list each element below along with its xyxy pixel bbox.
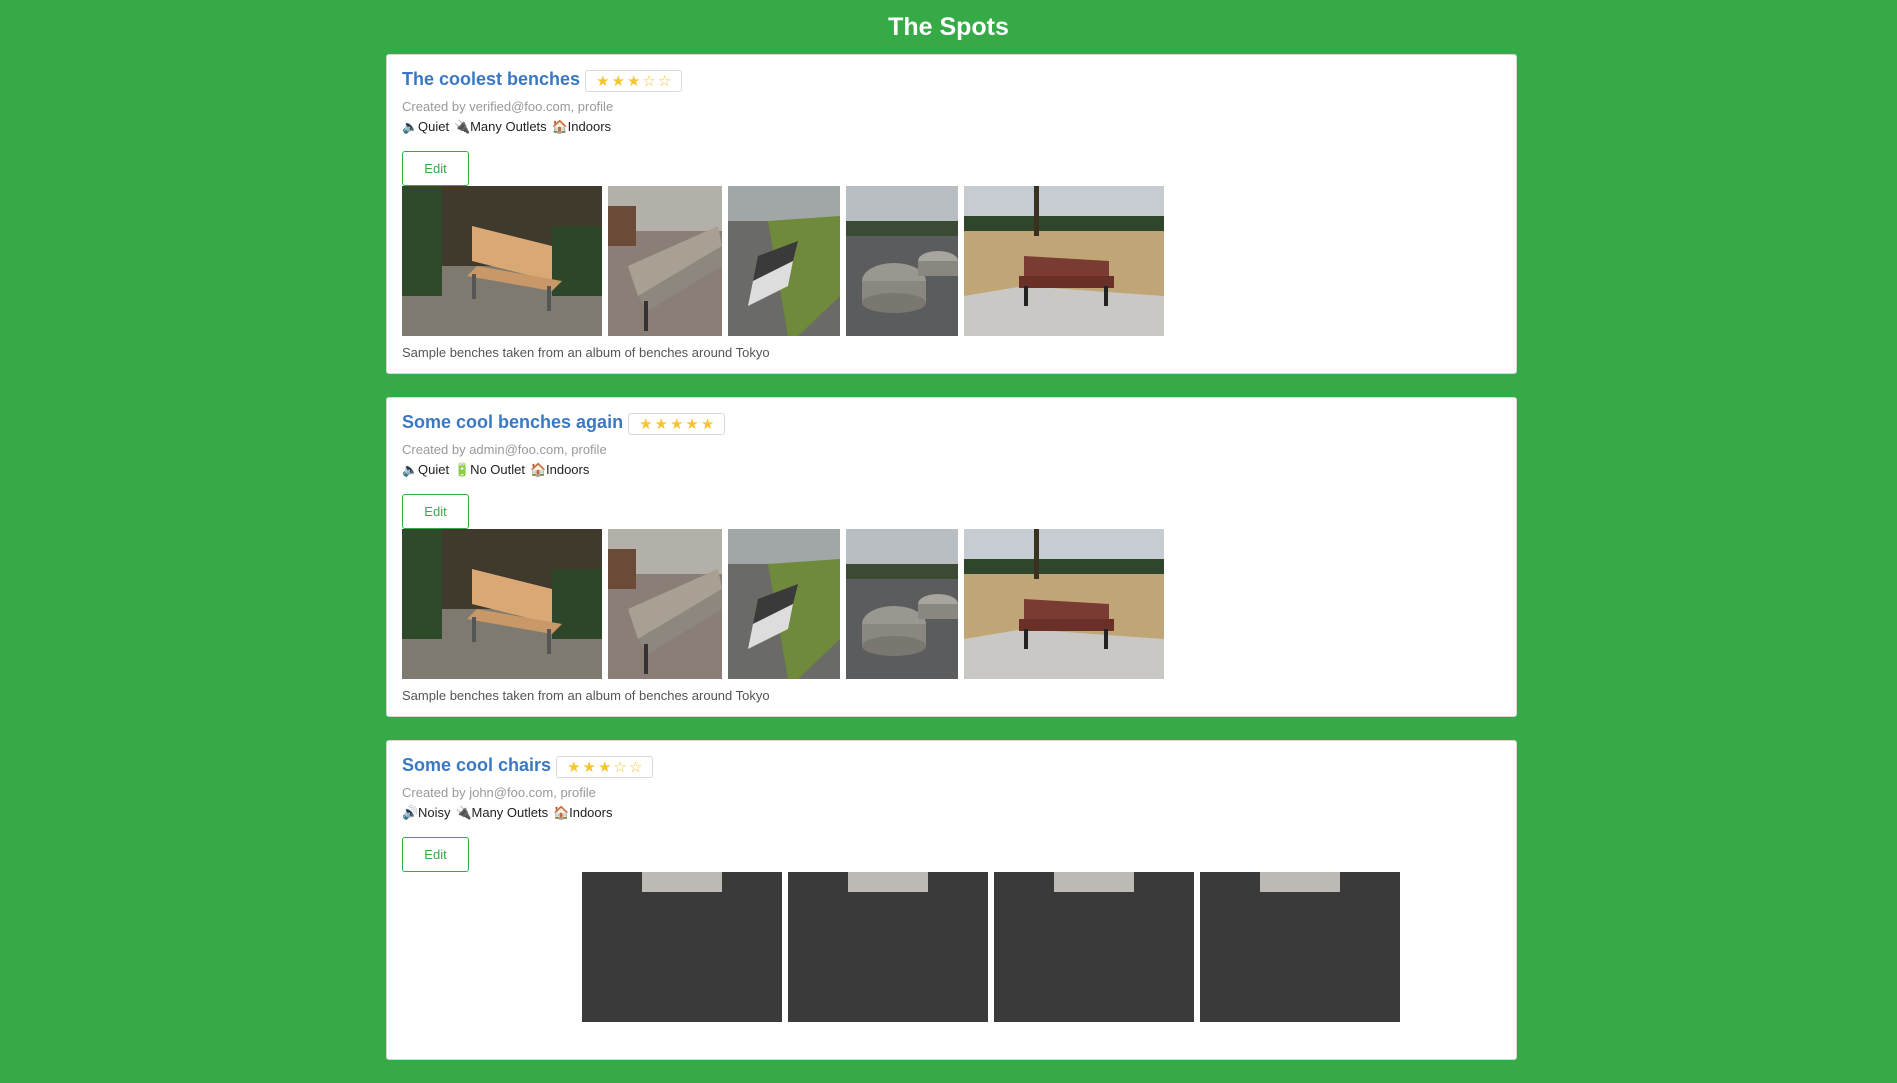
tag-item: 🏠 Indoors — [530, 462, 589, 478]
star-filled-icon[interactable]: ★ — [627, 74, 640, 89]
chair-photo[interactable] — [582, 872, 782, 1022]
tag-label: No Outlet — [470, 462, 525, 477]
tag-item: 🔌 Many Outlets — [456, 805, 549, 821]
edit-button[interactable]: Edit — [402, 494, 469, 529]
bench-photo-round[interactable] — [846, 186, 958, 336]
star-filled-icon[interactable]: ★ — [655, 417, 668, 432]
star-filled-icon[interactable]: ★ — [612, 74, 625, 89]
edit-button[interactable]: Edit — [402, 151, 469, 186]
tag-list: 🔈 Quiet 🔌 Many Outlets 🏠 Indoors — [402, 118, 1502, 135]
photo-gallery — [582, 872, 1502, 1022]
tag-label: Indoors — [567, 119, 612, 134]
star-filled-icon[interactable]: ★ — [701, 417, 714, 432]
spot-card: The coolest benches ★ ★ ★ ☆ ☆ Created by ver… — [386, 54, 1517, 374]
star-rating[interactable]: ★ ★ ★ ☆ ☆ — [585, 70, 683, 92]
tag-item: 🔊 Noisy — [402, 805, 451, 821]
spots-list: The coolest benches ★ ★ ★ ☆ ☆ Created by ver… — [386, 54, 1517, 1083]
bench-photo-stone[interactable] — [728, 529, 840, 679]
spot-title-link[interactable]: Some cool chairs — [402, 755, 551, 776]
tag-item: 🔋 No Outlet — [454, 462, 525, 478]
star-filled-icon[interactable]: ★ — [670, 417, 683, 432]
chair-photo[interactable] — [994, 872, 1194, 1022]
bench-photo-park[interactable] — [964, 186, 1164, 336]
house-icon: 🏠 — [530, 461, 547, 477]
star-filled-icon[interactable]: ★ — [598, 760, 611, 775]
tag-item: 🔈 Quiet — [402, 462, 449, 478]
tag-label: Many Outlets — [471, 805, 549, 820]
creator-text: Created by verified@foo.com, profile — [402, 99, 614, 114]
star-rating[interactable]: ★ ★ ★ ★ ★ — [628, 413, 726, 435]
star-filled-icon[interactable]: ★ — [685, 417, 698, 432]
creator-text: Created by admin@foo.com, profile — [402, 442, 607, 457]
spot-title-link[interactable]: The coolest benches — [402, 69, 580, 90]
photo-gallery — [402, 186, 1502, 336]
speaker-quiet-icon: 🔈 — [402, 118, 419, 134]
tag-label: Many Outlets — [470, 119, 547, 134]
star-filled-icon[interactable]: ★ — [639, 417, 652, 432]
tag-item: 🏠 Indoors — [552, 119, 611, 135]
plug-icon: 🔌 — [454, 118, 471, 134]
bench-photo-stone[interactable] — [728, 186, 840, 336]
star-empty-icon[interactable]: ☆ — [658, 74, 671, 89]
tag-item: 🏠 Indoors — [553, 805, 612, 821]
star-rating[interactable]: ★ ★ ★ ☆ ☆ — [556, 756, 654, 778]
bench-photo-wood[interactable] — [402, 186, 602, 336]
bench-photo-slats[interactable] — [608, 529, 722, 679]
spot-card: Some cool chairs ★ ★ ★ ☆ ☆ Created by john@f… — [386, 740, 1517, 1060]
chair-photo[interactable] — [788, 872, 988, 1022]
star-empty-icon[interactable]: ☆ — [642, 74, 655, 89]
bench-photo-park[interactable] — [964, 529, 1164, 679]
tag-label: Quiet — [418, 119, 450, 134]
photo-gallery — [402, 529, 1502, 679]
star-empty-icon[interactable]: ☆ — [629, 760, 642, 775]
star-empty-icon[interactable]: ☆ — [613, 760, 626, 775]
tag-label: Indoors — [569, 805, 613, 820]
star-filled-icon[interactable]: ★ — [583, 760, 596, 775]
plug-icon: 🔌 — [455, 804, 472, 820]
star-filled-icon[interactable]: ★ — [567, 760, 580, 775]
spot-card: Some cool benches again ★ ★ ★ ★ ★ Created by… — [386, 397, 1517, 717]
creator-text: Created by john@foo.com, profile — [402, 785, 596, 800]
bench-photo-wood[interactable] — [402, 529, 602, 679]
speaker-loud-icon: 🔊 — [402, 804, 419, 820]
tag-list: 🔊 Noisy 🔌 Many Outlets 🏠 Indoors — [402, 804, 1502, 821]
spot-description: Sample benches taken from an album of be… — [402, 688, 770, 703]
house-icon: 🏠 — [551, 118, 568, 134]
page-title: The Spots — [888, 13, 1009, 41]
bench-photo-slats[interactable] — [608, 186, 722, 336]
spot-description: Sample benches taken from an album of be… — [402, 345, 770, 360]
chair-photo[interactable] — [1200, 872, 1400, 1022]
tag-label: Noisy — [418, 805, 451, 820]
battery-icon: 🔋 — [454, 461, 471, 477]
spot-title-link[interactable]: Some cool benches again — [402, 412, 623, 433]
tag-label: Quiet — [418, 462, 450, 477]
tag-label: Indoors — [546, 462, 590, 477]
tag-item: 🔈 Quiet — [402, 119, 449, 135]
edit-button[interactable]: Edit — [402, 837, 469, 872]
bench-photo-round[interactable] — [846, 529, 958, 679]
star-filled-icon[interactable]: ★ — [596, 74, 609, 89]
speaker-quiet-icon: 🔈 — [402, 461, 419, 477]
tag-list: 🔈 Quiet 🔋 No Outlet 🏠 Indoors — [402, 461, 1502, 478]
house-icon: 🏠 — [553, 804, 570, 820]
tag-item: 🔌 Many Outlets — [454, 119, 547, 135]
